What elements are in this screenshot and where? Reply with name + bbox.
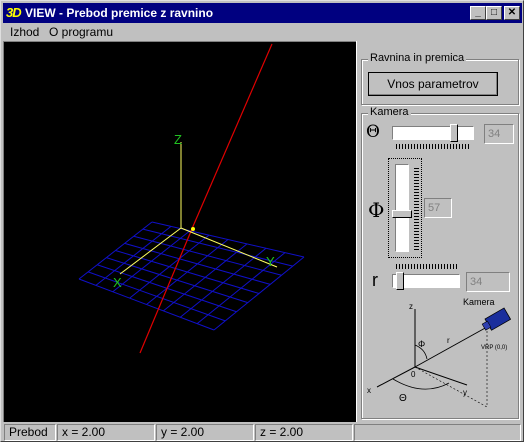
r-symbol: r xyxy=(372,270,378,290)
status-bar: Prebod x = 2.00 y = 2.00 z = 2.00 xyxy=(3,422,522,441)
diagram-x-label: x xyxy=(367,386,371,395)
camera-diagram: Kamera z Φ r 0 VRP (0,0) x y Θ xyxy=(363,297,517,419)
menu-izhod[interactable]: Izhod xyxy=(6,23,43,41)
r-slider[interactable] xyxy=(392,272,460,290)
maximize-button[interactable]: □ xyxy=(486,6,502,20)
diagram-theta-label: Θ xyxy=(399,393,407,404)
camera-group-title: Kamera xyxy=(368,106,411,118)
r-slider-ticks xyxy=(396,264,458,269)
minimize-button[interactable]: _ xyxy=(470,6,486,20)
diagram-origin-label: 0 xyxy=(411,370,416,379)
camera-icon xyxy=(481,307,512,331)
close-button[interactable]: ✕ xyxy=(504,6,520,20)
control-panel: Ravnina in premica Vnos parametrov Kamer… xyxy=(356,41,522,422)
menu-o-programu[interactable]: O programu xyxy=(45,23,117,41)
menu-bar: Izhod O programu xyxy=(3,23,522,41)
diagram-y-label: y xyxy=(463,388,467,397)
plane-grid-line xyxy=(133,235,282,276)
diagram-z-label: z xyxy=(409,302,413,311)
enter-parameters-button[interactable]: Vnos parametrov xyxy=(368,72,498,96)
r-value[interactable]: 34 xyxy=(466,272,510,292)
theta-slider-thumb[interactable] xyxy=(449,124,458,142)
line-upper xyxy=(193,43,273,225)
main-window: 3D VIEW - Prebod premice z ravnino _ □ ✕… xyxy=(0,0,524,442)
z-axis-label: Z xyxy=(174,132,182,147)
status-y: y = 2.00 xyxy=(156,424,254,441)
phi-symbol: Φ xyxy=(368,198,385,222)
3d-viewport[interactable]: Z X Y xyxy=(3,41,356,422)
phi-slider[interactable] xyxy=(392,164,412,252)
title-bar[interactable]: 3D VIEW - Prebod premice z ravnino _ □ ✕ xyxy=(3,3,522,23)
plane-grid-line xyxy=(151,221,305,258)
intersection-point xyxy=(191,227,195,231)
plane-grid-line xyxy=(124,242,271,285)
line-lower xyxy=(139,223,195,354)
theta-value[interactable]: 34 xyxy=(484,124,514,144)
r-slider-thumb[interactable] xyxy=(395,272,404,290)
scene-canvas: Z X Y xyxy=(78,43,305,354)
theta-slider-ticks xyxy=(396,144,470,149)
diagram-r-label: r xyxy=(447,336,450,345)
diagram-vrp-label: VRP (0,0) xyxy=(481,345,507,351)
theta-slider[interactable] xyxy=(392,124,474,142)
plane-grid-line xyxy=(213,256,305,331)
phi-value[interactable]: 57 xyxy=(424,198,452,218)
theta-symbol: Θ xyxy=(366,122,380,142)
status-empty xyxy=(354,424,521,441)
diagram-camera-label: Kamera xyxy=(463,297,495,307)
window-title: VIEW - Prebod premice z ravnino xyxy=(25,6,214,20)
diagram-phi-label: Φ xyxy=(418,339,425,349)
x-axis-label: X xyxy=(113,275,122,290)
status-mode: Prebod xyxy=(4,424,56,441)
plane-group: Ravnina in premica Vnos parametrov xyxy=(361,52,519,105)
app-3d-icon: 3D xyxy=(6,5,22,20)
phi-slider-ticks xyxy=(414,166,419,250)
y-axis-label: Y xyxy=(266,254,275,269)
status-z: z = 2.00 xyxy=(255,424,353,441)
status-x: x = 2.00 xyxy=(57,424,155,441)
phi-slider-thumb[interactable] xyxy=(392,210,412,219)
plane-group-title: Ravnina in premica xyxy=(368,52,467,64)
